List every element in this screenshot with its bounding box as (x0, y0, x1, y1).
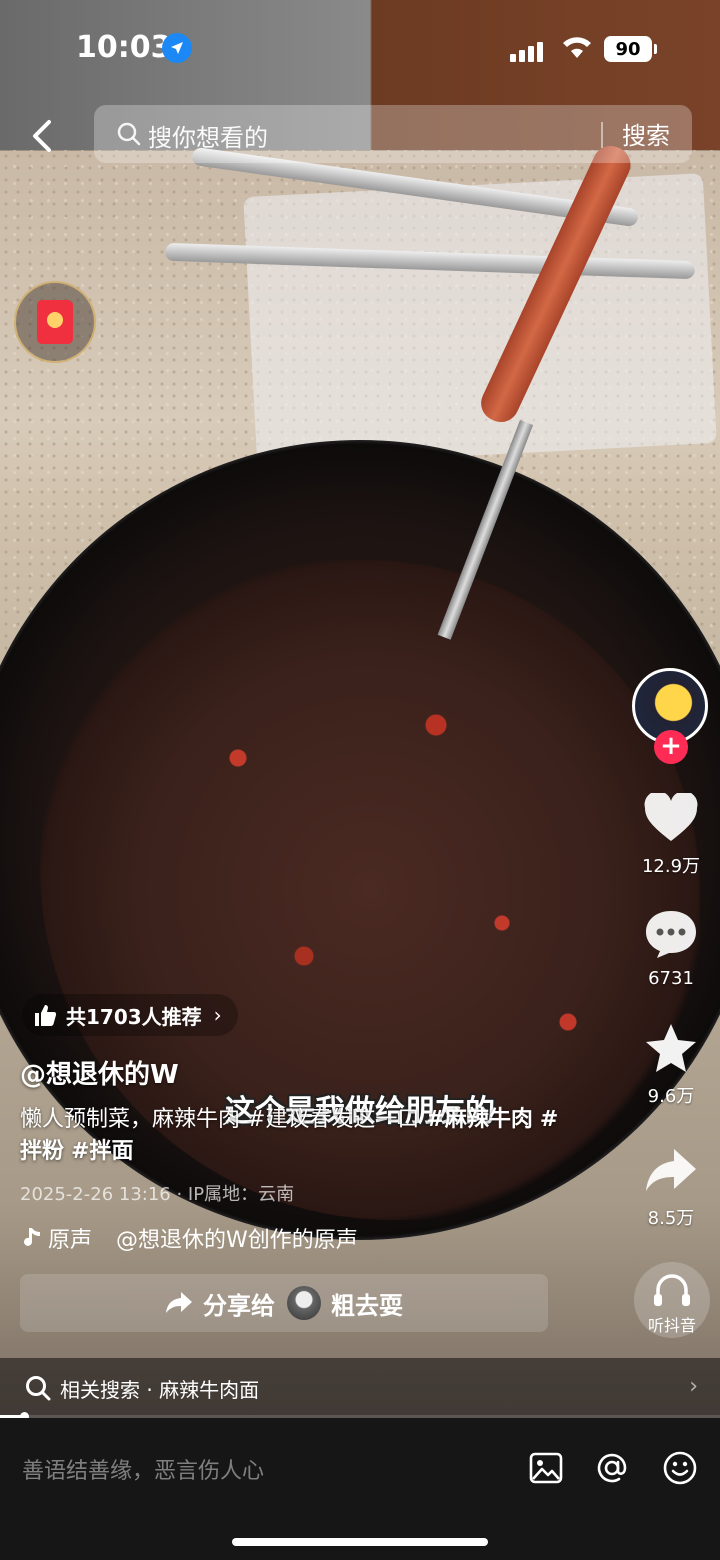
red-envelope-icon (37, 300, 73, 344)
comment-count: 6731 (648, 968, 694, 989)
battery-indicator: 90 (604, 36, 657, 62)
background-bag (243, 173, 717, 467)
chevron-left-icon (33, 120, 51, 152)
search-icon (117, 122, 141, 146)
chevron-right-icon: › (689, 1374, 698, 1399)
sound-label: 原声 (48, 1228, 93, 1253)
related-search-text: 相关搜索 · 麻辣牛肉面 (60, 1377, 260, 1402)
image-icon[interactable] (528, 1450, 564, 1486)
chevron-right-icon: › (213, 1003, 222, 1027)
back-button[interactable] (22, 114, 62, 158)
thumbs-up-icon (35, 1005, 57, 1026)
share-arrow-icon (641, 1142, 701, 1198)
follow-button[interactable]: + (654, 730, 688, 764)
home-indicator (232, 1538, 488, 1546)
share-count: 8.5万 (647, 1208, 695, 1229)
star-icon (641, 1020, 701, 1076)
wifi-icon (560, 34, 594, 67)
comment-input[interactable]: 善语结善缘，恶言伤人心 (22, 1453, 264, 1485)
sound-owner: @想退休的W创作的原声 (116, 1228, 358, 1253)
like-button[interactable]: 12.9万 (630, 790, 712, 878)
cellular-signal-icon (510, 40, 550, 62)
recommend-count: 共1703人推荐 (66, 1004, 202, 1029)
listen-label: 听抖音 (647, 1316, 696, 1335)
comment-button[interactable]: 6731 (630, 906, 712, 989)
caption-text: 懒人预制菜，麻辣牛肉 #建议春发这一口 (20, 1107, 427, 1132)
share-arrow-icon (166, 1292, 192, 1313)
share-to-friend-bar[interactable]: 分享给 粗去耍 (20, 1274, 548, 1332)
share-label: 分享给 (203, 1291, 275, 1320)
friend-avatar (287, 1286, 321, 1320)
like-count: 12.9万 (641, 856, 701, 877)
hashtag[interactable]: #拌面 (71, 1139, 133, 1164)
search-icon (26, 1376, 51, 1401)
share-target: 粗去耍 (331, 1291, 403, 1320)
post-meta: 2025-2-26 13:16 · IP属地：云南 (20, 1184, 295, 1205)
music-note-icon (24, 1228, 40, 1246)
search-placeholder[interactable]: 搜你想看的 (148, 118, 268, 153)
share-button[interactable]: 8.5万 (630, 1142, 712, 1230)
hashtag[interactable]: #麻辣牛肉 (426, 1107, 532, 1132)
related-search-bar[interactable]: 相关搜索 · 麻辣牛肉面 › (0, 1358, 720, 1418)
recommend-pill[interactable]: 共1703人推荐 › (22, 994, 238, 1036)
status-bar: 10:03 90 (0, 0, 720, 100)
search-divider (601, 122, 603, 148)
heart-icon (641, 790, 701, 846)
search-button[interactable]: 搜索 (616, 116, 676, 151)
emoji-icon[interactable] (662, 1450, 698, 1486)
headphones-icon (654, 1274, 690, 1306)
comment-bubble-icon (641, 906, 701, 962)
location-arrow-icon (162, 33, 192, 63)
red-packet-button[interactable] (14, 281, 96, 363)
sound-row[interactable]: 原声 @想退休的W创作的原声 (20, 1222, 358, 1254)
video-caption: 懒人预制菜，麻辣牛肉 #建议春发这一口 #麻辣牛肉 #拌粉 #拌面 (20, 1104, 580, 1168)
at-mention-icon[interactable] (594, 1450, 630, 1486)
status-time: 10:03 (76, 30, 172, 65)
